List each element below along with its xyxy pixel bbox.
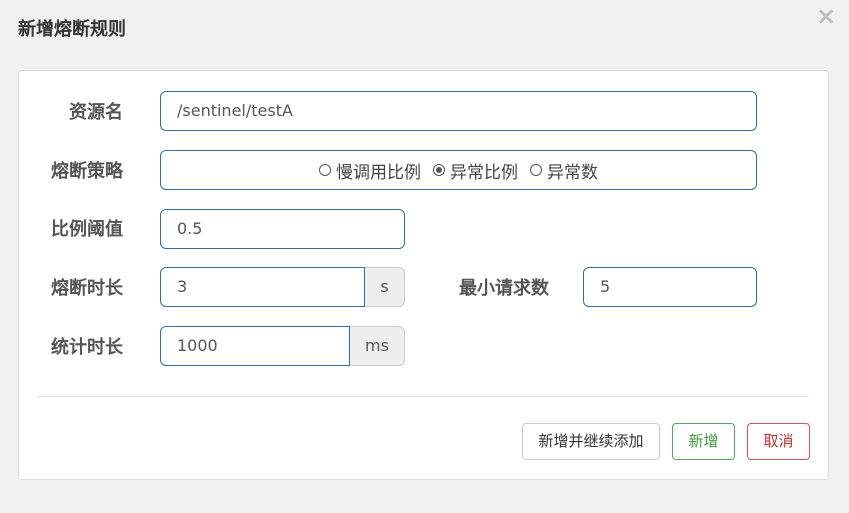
radio-checked-icon (433, 164, 445, 176)
form-panel: 资源名 /sentinel/testA 熔断策略 慢调用比例 异常比例 异常数 … (18, 70, 829, 480)
stat-duration-label: 统计时长 (51, 337, 123, 358)
strategy-option-exception-count[interactable]: 异常数 (530, 158, 598, 183)
strategy-option-slow-call-ratio[interactable]: 慢调用比例 (319, 158, 421, 183)
break-duration-input[interactable]: 3 (160, 267, 365, 307)
break-duration-label: 熔断时长 (51, 278, 123, 299)
radio-label: 异常数 (547, 162, 598, 183)
resource-label: 资源名 (69, 102, 123, 123)
min-requests-input[interactable]: 5 (583, 267, 757, 307)
dialog-title: 新增熔断规则 (18, 19, 126, 40)
resource-input[interactable]: /sentinel/testA (160, 91, 757, 131)
divider (38, 396, 809, 397)
strategy-label: 熔断策略 (51, 161, 123, 182)
add-button[interactable]: 新增 (672, 423, 735, 460)
radio-unchecked-icon (319, 164, 331, 176)
strategy-option-exception-ratio[interactable]: 异常比例 (433, 158, 518, 183)
new-circuit-breaker-dialog: 新增熔断规则 × 资源名 /sentinel/testA 熔断策略 慢调用比例 … (0, 0, 849, 513)
strategy-radio-group: 慢调用比例 异常比例 异常数 (160, 150, 757, 190)
stat-duration-unit: ms (350, 326, 405, 366)
ratio-label: 比例阈值 (51, 219, 123, 240)
add-and-continue-button[interactable]: 新增并继续添加 (522, 423, 660, 460)
min-requests-label: 最小请求数 (459, 278, 549, 299)
ratio-input[interactable]: 0.5 (160, 209, 405, 249)
cancel-button[interactable]: 取消 (747, 423, 810, 460)
stat-duration-input[interactable]: 1000 (160, 326, 350, 366)
break-duration-unit: s (365, 267, 405, 307)
radio-label: 异常比例 (450, 162, 518, 183)
radio-label: 慢调用比例 (336, 162, 421, 183)
close-icon[interactable]: × (816, 4, 836, 28)
radio-unchecked-icon (530, 164, 542, 176)
